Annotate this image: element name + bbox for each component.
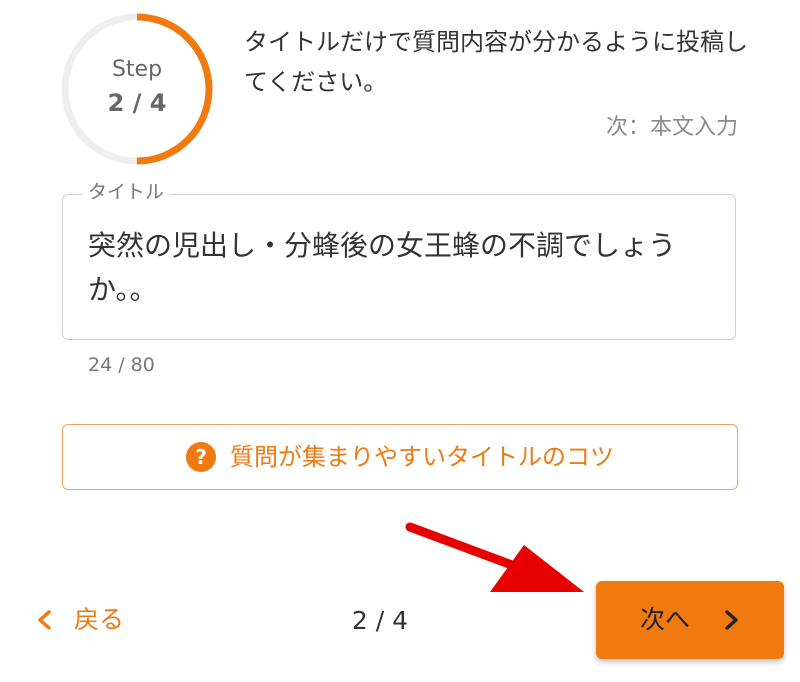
character-counter: 24 / 80	[88, 354, 155, 376]
back-button-label: 戻る	[74, 605, 125, 634]
next-button[interactable]: 次へ	[596, 581, 784, 659]
back-button[interactable]: 戻る	[36, 600, 124, 640]
title-input-value[interactable]: 突然の児出し・分蜂後の女王蜂の不調でしょうか。。	[88, 224, 718, 312]
next-button-label: 次へ	[639, 605, 690, 634]
question-circle-icon: ?	[186, 442, 216, 472]
title-tips-label: 質問が集まりやすいタイトルのコツ	[230, 443, 614, 471]
chevron-right-icon	[725, 610, 738, 630]
title-field-label: タイトル	[82, 180, 171, 204]
next-step-hint: 次：本文入力	[605, 115, 738, 140]
page-indicator: 2 / 4	[351, 606, 409, 635]
step-count: 2 / 4	[107, 89, 167, 117]
title-tips-button[interactable]: ? 質問が集まりやすいタイトルのコツ	[62, 424, 738, 490]
step-label: Step	[111, 57, 163, 82]
chevron-left-icon	[38, 610, 51, 630]
instruction-text: タイトルだけで質問内容が分かるように投稿してください。	[244, 28, 748, 96]
